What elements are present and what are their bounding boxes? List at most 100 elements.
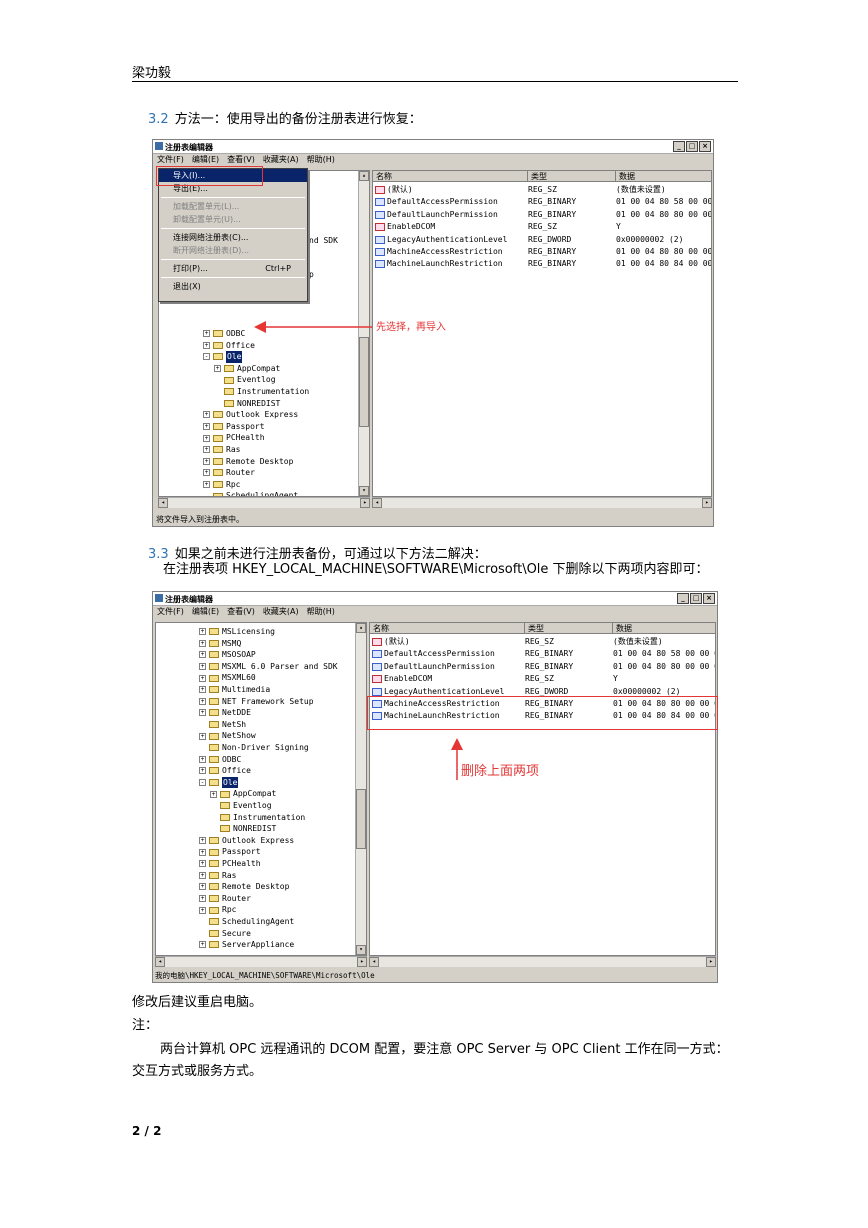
scroll-right-button[interactable]: ▸	[706, 957, 716, 967]
expand-icon[interactable]: +	[203, 423, 210, 431]
tree-node[interactable]: Instrumentation	[210, 812, 305, 824]
value-row[interactable]: DefaultLaunchPermission REG_BINARY 01 00 0…	[375, 209, 711, 222]
tree-node[interactable]: Secure	[199, 928, 251, 940]
value-row[interactable]: (默认) REG_SZ (数值未设置)	[372, 636, 715, 649]
tree-hscroll[interactable]: ◂ ▸	[155, 956, 367, 967]
expand-icon[interactable]: +	[203, 446, 210, 454]
column-header-2[interactable]: 数据	[613, 623, 715, 634]
tree-node[interactable]: - Ole	[199, 776, 239, 789]
value-row[interactable]: LegacyAuthenticationLevel REG_DWORD 0x0000…	[375, 234, 711, 247]
tree-node[interactable]: SchedulingAgent	[199, 916, 294, 928]
expand-icon[interactable]: +	[199, 628, 206, 636]
tree-node[interactable]: Eventlog	[214, 374, 276, 386]
tree-node[interactable]: + ODBC	[199, 754, 241, 766]
column-header-2[interactable]: 数据	[616, 171, 711, 182]
column-header-1[interactable]: 类型	[525, 623, 613, 634]
expand-icon[interactable]: +	[199, 883, 206, 891]
tree-node[interactable]: + MSOSOAP	[199, 649, 256, 661]
expand-icon[interactable]: +	[203, 341, 210, 349]
values-pane[interactable]: 名称 类型 数据 (默认) REG_SZ (数值未设置) DefaultAccessPerm…	[372, 170, 712, 497]
expand-icon[interactable]: +	[203, 434, 210, 442]
expand-icon[interactable]: +	[199, 697, 206, 705]
tree-node[interactable]: + Outlook Express	[203, 409, 298, 421]
expand-icon[interactable]: +	[199, 709, 206, 717]
tree-node[interactable]: + NetDDE	[199, 707, 251, 719]
file-menu-item[interactable]: 连接网络注册表(C)...	[159, 231, 307, 244]
menu-3[interactable]: 收藏夹(A)	[263, 154, 299, 166]
tree-pane[interactable]: + MSLicensing + MSMQ + MSOSOAP + MSXML 6.0 Pars…	[155, 622, 367, 956]
value-row[interactable]: MachineLaunchRestriction REG_BINARY 01 00 …	[375, 258, 711, 271]
tree-node[interactable]: Instrumentation	[214, 386, 309, 398]
scroll-left-button[interactable]: ◂	[369, 957, 379, 967]
tree-node[interactable]: + Rpc	[203, 479, 240, 491]
column-header-0[interactable]: 名称	[373, 171, 528, 182]
close-button[interactable]: ×	[703, 593, 715, 604]
expand-icon[interactable]: +	[199, 686, 206, 694]
value-row[interactable]: (默认) REG_SZ (数值未设置)	[375, 184, 711, 197]
tree-node[interactable]: + Ras	[203, 444, 240, 456]
expand-icon[interactable]: +	[199, 755, 206, 763]
tree-node[interactable]: + MSLicensing	[199, 626, 275, 638]
scroll-left-button[interactable]: ◂	[372, 498, 382, 508]
scroll-down-button[interactable]: ▾	[359, 486, 369, 496]
expand-icon[interactable]: +	[203, 481, 210, 489]
maximize-button[interactable]: □	[690, 593, 702, 604]
expand-icon[interactable]: +	[199, 767, 206, 775]
tree-node[interactable]: + Router	[203, 467, 255, 479]
scroll-left-button[interactable]: ◂	[155, 957, 165, 967]
minimize-button[interactable]: _	[673, 141, 685, 152]
value-row[interactable]: DefaultAccessPermission REG_BINARY 01 00 0…	[372, 648, 715, 661]
tree-hscroll[interactable]: ◂ ▸	[158, 497, 370, 508]
expand-icon[interactable]: +	[199, 674, 206, 682]
expand-icon[interactable]: +	[199, 837, 206, 845]
tree-node[interactable]: + ServerAppliance	[199, 939, 294, 951]
tree-node-partial[interactable]: nd SDK	[309, 235, 338, 247]
menu-4[interactable]: 帮助(H)	[307, 154, 335, 166]
scroll-left-button[interactable]: ◂	[158, 498, 168, 508]
close-button[interactable]: ×	[699, 141, 711, 152]
expand-icon[interactable]: +	[199, 639, 206, 647]
tree-node[interactable]: + NET Framework Setup	[199, 696, 314, 708]
tree-node[interactable]: SchedulingAgent	[203, 490, 298, 496]
tree-node[interactable]: Non-Driver Signing	[199, 742, 309, 754]
tree-node[interactable]: Eventlog	[210, 800, 272, 812]
expand-icon[interactable]: +	[203, 330, 210, 338]
value-row[interactable]: MachineAccessRestriction REG_BINARY 01 00 …	[375, 246, 711, 259]
expand-icon[interactable]: +	[199, 906, 206, 914]
column-header-1[interactable]: 类型	[528, 171, 616, 182]
collapse-icon[interactable]: -	[203, 353, 210, 361]
tree-node[interactable]: + AppCompat	[214, 363, 280, 375]
tree-vscroll[interactable]: ▴ ▾	[355, 623, 366, 955]
menu-3[interactable]: 收藏夹(A)	[263, 606, 299, 618]
scroll-right-button[interactable]: ▸	[357, 957, 367, 967]
scroll-thumb[interactable]	[356, 789, 366, 849]
tree-node[interactable]: + PCHealth	[199, 858, 261, 870]
scroll-thumb[interactable]	[359, 337, 369, 427]
tree-node[interactable]: - Ole	[203, 351, 243, 363]
value-row[interactable]: EnableDCOM REG_SZ Y	[372, 673, 715, 686]
tree-node[interactable]: + ODBC	[203, 328, 245, 340]
values-pane[interactable]: 名称 类型 数据 (默认) REG_SZ (数值未设置) DefaultAccessPerm…	[369, 622, 716, 956]
tree-node[interactable]: + Router	[199, 893, 251, 905]
menu-0[interactable]: 文件(F)	[157, 606, 184, 618]
expand-icon[interactable]: +	[199, 848, 206, 856]
minimize-button[interactable]: _	[677, 593, 689, 604]
tree-node[interactable]: NONREDIST	[214, 398, 280, 410]
expand-icon[interactable]: +	[199, 732, 206, 740]
scroll-down-button[interactable]: ▾	[356, 945, 366, 955]
values-hscroll[interactable]: ◂ ▸	[372, 497, 712, 508]
tree-node[interactable]: + AppCompat	[210, 788, 276, 800]
tree-node[interactable]: + Ras	[199, 870, 236, 882]
tree-node[interactable]: + Passport	[199, 846, 261, 858]
tree-node[interactable]: + Office	[203, 340, 255, 352]
tree-node[interactable]: + Multimedia	[199, 684, 270, 696]
maximize-button[interactable]: □	[686, 141, 698, 152]
menu-2[interactable]: 查看(V)	[227, 154, 255, 166]
menu-4[interactable]: 帮助(H)	[307, 606, 335, 618]
tree-node[interactable]: + Office	[199, 765, 251, 777]
tree-node[interactable]: + Rpc	[199, 904, 236, 916]
tree-node[interactable]: + PCHealth	[203, 432, 265, 444]
values-hscroll[interactable]: ◂ ▸	[369, 956, 716, 967]
tree-vscroll[interactable]: ▴ ▾	[358, 171, 369, 496]
collapse-icon[interactable]: -	[199, 779, 206, 787]
